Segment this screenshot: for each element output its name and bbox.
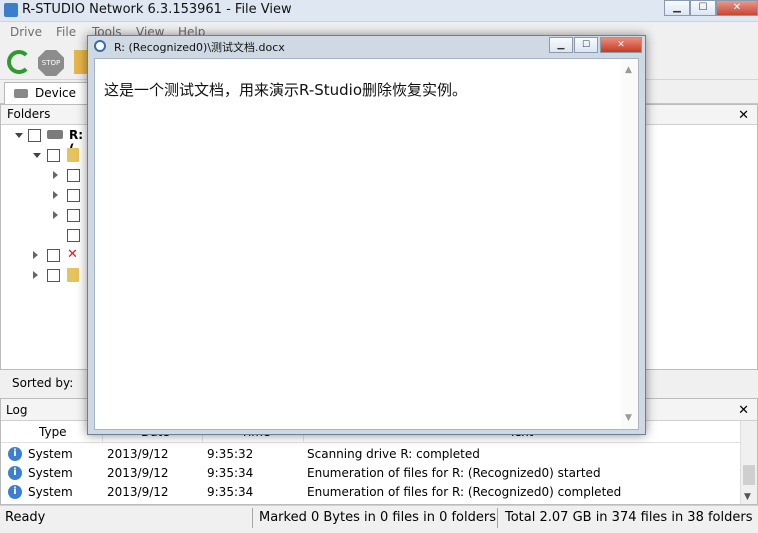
file-view-title-bar: R: (Recognized0)\测试文档.docx ▁ ☐ ✕ (88, 36, 645, 56)
col-type[interactable]: Type (39, 425, 67, 439)
tree-row[interactable] (1, 227, 91, 245)
tree-checkbox[interactable] (67, 229, 80, 242)
log-row[interactable]: i System 2013/9/12 9:35:34 Enumeration o… (1, 464, 741, 483)
log-row[interactable]: i System 2013/9/12 9:35:32 Scanning driv… (1, 445, 741, 464)
expand-icon[interactable] (53, 171, 58, 179)
log-scrollbar[interactable]: ▼ (740, 421, 757, 504)
close-button[interactable]: ✕ (716, 0, 758, 16)
refresh-icon[interactable] (7, 50, 31, 74)
tree-row-extra[interactable] (1, 267, 91, 285)
tree-row[interactable] (1, 187, 91, 205)
file-view-window: R: (Recognized0)\测试文档.docx ▁ ☐ ✕ 这是一个测试文… (87, 35, 646, 435)
status-total: Total 2.07 GB in 374 files in 38 folders (505, 510, 753, 525)
collapse-icon[interactable] (33, 153, 41, 158)
app-icon (4, 3, 18, 17)
log-row[interactable]: i System 2013/9/12 9:35:34 Enumeration o… (1, 483, 741, 502)
info-icon: i (8, 466, 22, 480)
stop-icon[interactable]: STOP (38, 50, 64, 76)
tab-device-view[interactable]: Device vie (4, 82, 94, 120)
drive-icon (14, 89, 28, 98)
folders-title: Folders (7, 107, 51, 121)
title-bar: R-STUDIO Network 6.3.153961 - File View … (0, 0, 758, 22)
file-view-close-button[interactable]: ✕ (600, 37, 642, 53)
tree-checkbox[interactable] (67, 209, 80, 222)
expand-icon[interactable] (53, 211, 58, 219)
scroll-down-icon[interactable]: ▼ (625, 413, 632, 423)
log-type: System (28, 485, 73, 499)
folder-icon (67, 268, 79, 282)
folder-icon (67, 148, 79, 162)
info-icon: i (8, 485, 22, 499)
maximize-button[interactable]: ☐ (690, 0, 716, 16)
log-close-icon[interactable]: ✕ (738, 400, 749, 422)
file-content-text: 这是一个测试文档，用来演示R-Studio删除恢复实例。 (104, 81, 468, 99)
tree-checkbox[interactable] (47, 269, 60, 282)
deleted-folder-icon: ✕ (67, 247, 78, 262)
log-title: Log (6, 403, 28, 417)
log-time: 9:35:34 (207, 466, 254, 480)
tree-row-root-folder[interactable] (1, 147, 91, 165)
tree-checkbox[interactable] (47, 249, 60, 262)
log-date: 2013/9/12 (107, 447, 169, 461)
tree-checkbox[interactable] (67, 169, 80, 182)
minimize-button[interactable]: ▁ (664, 0, 690, 16)
expand-icon[interactable] (53, 191, 58, 199)
status-bar: Ready Marked 0 Bytes in 0 files in 0 fol… (0, 505, 758, 533)
log-text: Scanning drive R: completed (307, 447, 480, 461)
expand-icon[interactable] (33, 271, 38, 279)
log-text: Enumeration of files for R: (Recognized0… (307, 466, 601, 480)
status-divider (252, 508, 253, 528)
file-view-title: R: (Recognized0)\测试文档.docx (114, 41, 285, 54)
log-type: System (28, 466, 73, 480)
info-icon: i (8, 447, 22, 461)
tree-checkbox[interactable] (47, 149, 60, 162)
tree-row-deleted[interactable]: ✕ (1, 247, 91, 265)
menu-file[interactable]: File (56, 25, 76, 39)
collapse-icon[interactable] (15, 133, 23, 138)
log-scroll-thumb[interactable] (743, 465, 755, 485)
file-content-scrollbar[interactable]: ▲ ▼ (621, 59, 638, 429)
log-date: 2013/9/12 (107, 485, 169, 499)
tree-row-root[interactable]: R: ( (1, 127, 91, 156)
status-marked: Marked 0 Bytes in 0 files in 0 folders (259, 510, 496, 525)
file-view-maximize-button[interactable]: ☐ (574, 37, 598, 53)
tree-row[interactable] (1, 207, 91, 225)
log-text: Enumeration of files for R: (Recognized0… (307, 485, 622, 499)
scan-icon[interactable] (74, 50, 88, 74)
view-icon (94, 40, 106, 52)
file-content-area[interactable]: 这是一个测试文档，用来演示R-Studio删除恢复实例。 ▲ ▼ (94, 58, 639, 430)
tree-checkbox[interactable] (67, 189, 80, 202)
status-ready: Ready (5, 510, 46, 525)
sorted-by-label: Sorted by: (12, 376, 74, 390)
log-date: 2013/9/12 (107, 466, 169, 480)
status-divider (497, 508, 498, 528)
menu-drive[interactable]: Drive (10, 25, 42, 39)
folders-close-icon[interactable]: ✕ (738, 106, 749, 125)
log-time: 9:35:34 (207, 485, 254, 499)
file-view-minimize-button[interactable]: ▁ (549, 37, 573, 53)
tree-checkbox[interactable] (28, 129, 41, 142)
tree-row[interactable] (1, 167, 91, 185)
drive-icon (47, 130, 63, 139)
scroll-down-icon[interactable]: ▼ (744, 492, 751, 502)
scroll-up-icon[interactable]: ▲ (625, 65, 632, 75)
log-type: System (28, 447, 73, 461)
window-title: R-STUDIO Network 6.3.153961 - File View (22, 2, 292, 17)
log-time: 9:35:32 (207, 447, 254, 461)
expand-icon[interactable] (33, 251, 38, 259)
